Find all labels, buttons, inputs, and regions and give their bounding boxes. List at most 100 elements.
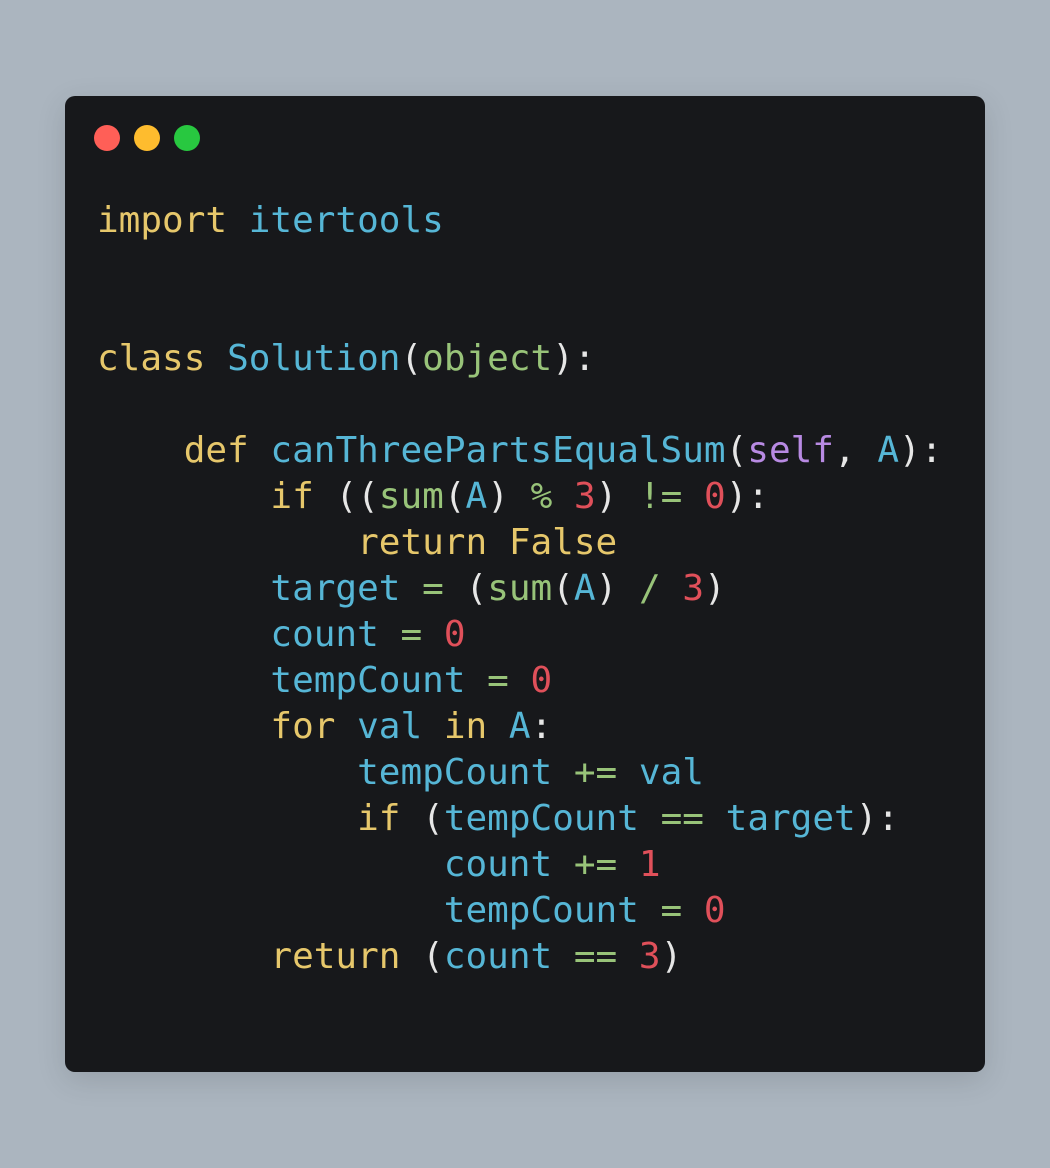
code-token: 3 bbox=[573, 476, 596, 517]
code-token: 0 bbox=[530, 660, 553, 701]
code-token: class bbox=[97, 338, 206, 379]
code-token: tempCount bbox=[443, 890, 639, 931]
close-dot-icon[interactable] bbox=[94, 125, 120, 151]
code-token: object bbox=[422, 338, 553, 379]
code-line: return False bbox=[97, 520, 942, 566]
code-token: ) bbox=[595, 476, 639, 517]
code-token: count bbox=[270, 614, 379, 655]
code-token: val bbox=[638, 752, 704, 793]
code-token: != bbox=[638, 476, 683, 517]
code-token: 3 bbox=[682, 568, 705, 609]
code-token: A bbox=[508, 706, 531, 747]
code-line: count += 1 bbox=[97, 842, 942, 888]
code-token: if bbox=[270, 476, 314, 517]
code-token: False bbox=[508, 522, 618, 563]
code-token: % bbox=[530, 476, 553, 517]
code-token: 3 bbox=[638, 936, 661, 977]
code-token: tempCount bbox=[270, 660, 466, 701]
code-token: val bbox=[357, 706, 423, 747]
code-token: in bbox=[443, 706, 488, 747]
code-token: sum bbox=[487, 568, 553, 609]
code-line: tempCount += val bbox=[97, 750, 942, 796]
code-token: ): bbox=[855, 798, 900, 839]
code-token: def bbox=[183, 430, 249, 471]
code-token: += bbox=[573, 844, 618, 885]
zoom-dot-icon[interactable] bbox=[174, 125, 200, 151]
code-token: ): bbox=[725, 476, 770, 517]
code-token: import bbox=[97, 200, 228, 241]
code-token: ): bbox=[899, 430, 943, 471]
code-token: canThreePartsEqualSum bbox=[270, 430, 726, 471]
code-token: == bbox=[660, 798, 704, 839]
code-token: ) bbox=[595, 568, 639, 609]
window-controls bbox=[94, 125, 200, 151]
code-token: A bbox=[573, 568, 596, 609]
code-token: ( bbox=[422, 798, 444, 839]
code-token: Solution bbox=[227, 338, 401, 379]
code-token: / bbox=[638, 568, 661, 609]
code-token: return bbox=[270, 936, 401, 977]
code-token: for bbox=[270, 706, 336, 747]
code-token: ): bbox=[552, 338, 596, 379]
code-token: itertools bbox=[248, 200, 444, 241]
code-token: = bbox=[422, 568, 444, 609]
code-token: : bbox=[530, 706, 553, 747]
code-token: ( bbox=[725, 430, 748, 471]
code-token: (( bbox=[335, 476, 379, 517]
code-token: A bbox=[877, 430, 900, 471]
code-token: if bbox=[357, 798, 401, 839]
code-line: tempCount = 0 bbox=[97, 658, 942, 704]
code-token: ( bbox=[443, 476, 466, 517]
code-line: class Solution(object): bbox=[97, 336, 942, 382]
code-token: ( bbox=[552, 568, 574, 609]
minimize-dot-icon[interactable] bbox=[134, 125, 160, 151]
code-line: return (count == 3) bbox=[97, 934, 942, 980]
code-line: import itertools bbox=[97, 198, 942, 244]
code-token: == bbox=[573, 936, 618, 977]
code-token: self bbox=[747, 430, 834, 471]
code-token: 0 bbox=[703, 890, 726, 931]
code-block: import itertools class Solution(object): … bbox=[97, 198, 942, 980]
code-token: ( bbox=[422, 936, 444, 977]
code-token: += bbox=[573, 752, 618, 793]
code-token: , bbox=[833, 430, 878, 471]
code-token: tempCount bbox=[443, 798, 639, 839]
code-token: return bbox=[357, 522, 488, 563]
code-token: tempCount bbox=[357, 752, 553, 793]
